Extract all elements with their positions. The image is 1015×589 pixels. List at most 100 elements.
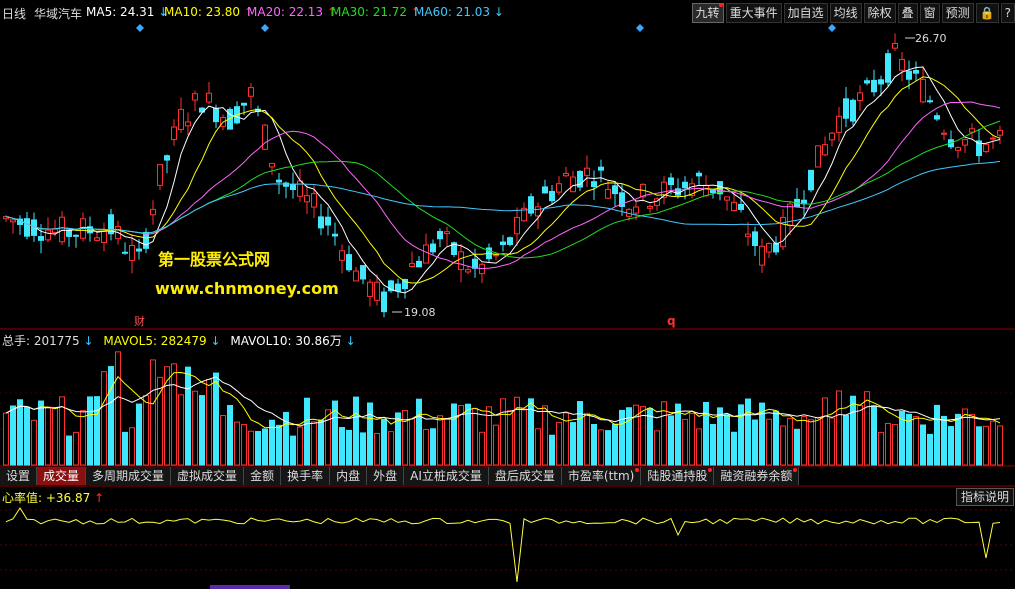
volume-bar (150, 359, 156, 466)
volume-bar (73, 431, 79, 466)
tab-volume[interactable]: 成交量 (37, 467, 87, 485)
volume-bar (612, 423, 618, 466)
volume-bar (136, 403, 142, 466)
indicator-help-button[interactable]: 指标说明 (955, 488, 1014, 506)
candle-body (248, 87, 254, 97)
candle-body (934, 115, 940, 120)
scroll-thumb[interactable] (210, 585, 290, 589)
volume-bar (339, 427, 345, 466)
candle-body (990, 137, 996, 140)
candle-body (339, 250, 345, 261)
volume-header: 总手: 201775 ↓ MAVOL5: 282479 ↓ MAVOL10: 3… (2, 332, 356, 349)
candle-body (192, 93, 198, 101)
kline-chart-area[interactable]: 26.70 19.08 财 q (0, 0, 1015, 589)
volume-bar (941, 415, 947, 466)
candle-body (668, 177, 674, 186)
volume-bar (402, 409, 408, 466)
volume-bar (745, 398, 751, 466)
volume-bar (780, 425, 786, 466)
candle-body (101, 231, 107, 244)
candle-body (353, 270, 359, 282)
candle-body (409, 263, 415, 268)
volume-bar (892, 424, 898, 466)
volume-bar (304, 397, 310, 466)
tab-outer-volume[interactable]: 外盘 (367, 467, 405, 485)
volume-bar (451, 403, 457, 466)
candle-body (591, 181, 597, 188)
volume-bar (101, 371, 107, 466)
candle-body (563, 173, 569, 177)
volume-bar (731, 431, 737, 466)
candle-body (374, 281, 380, 301)
tab-ai-pile-volume[interactable]: AI立桩成交量 (404, 467, 489, 485)
tab-turnover-rate[interactable]: 换手率 (281, 467, 331, 485)
volume-bar (493, 424, 499, 466)
volume-bar (801, 416, 807, 466)
volume-bar (276, 424, 282, 466)
event-diamond-icon[interactable] (136, 24, 144, 32)
event-diamond-icon[interactable] (828, 24, 836, 32)
event-diamond-icon[interactable] (636, 24, 644, 32)
volume-bar (129, 427, 135, 466)
volume-bar (311, 421, 317, 466)
volume-bar (626, 407, 632, 466)
financial-report-marker[interactable]: 财 (134, 314, 145, 328)
volume-bar (423, 428, 429, 466)
volume-bar (437, 415, 443, 466)
volume-bar (976, 426, 982, 466)
volume-bar (682, 418, 688, 466)
tab-northbound-holdings[interactable]: 陆股通持股 (641, 467, 715, 485)
mavol10-arrow-icon: ↓ (345, 334, 356, 348)
candle-body (808, 169, 814, 191)
candle-body (10, 219, 16, 223)
candle-body (465, 269, 471, 273)
watermark-url: www.chnmoney.com (155, 279, 339, 298)
volume-bar (178, 394, 184, 466)
volume-bar (724, 414, 730, 466)
candle-body (311, 193, 317, 208)
tab-amount[interactable]: 金额 (244, 467, 282, 485)
event-q-marker[interactable]: q (667, 314, 676, 328)
volume-bar (507, 410, 513, 466)
volume-bar (318, 419, 324, 466)
volume-bar (591, 424, 597, 466)
candle-body (780, 216, 786, 248)
candle-body (843, 98, 849, 119)
tab-inner-volume[interactable]: 内盘 (330, 467, 368, 485)
volume-bar (115, 351, 121, 466)
volume-bar (430, 428, 436, 466)
notice-dot-icon (708, 468, 713, 472)
tab-margin-balance[interactable]: 融资融券余额 (714, 467, 800, 485)
candle-body (304, 195, 310, 203)
tab-virtual-volume[interactable]: 虚拟成交量 (171, 467, 245, 485)
candle-body (885, 53, 891, 83)
volume-bar (290, 435, 296, 466)
volume-bar (360, 432, 366, 466)
volume-bar (241, 423, 247, 466)
volume-bar (570, 422, 576, 466)
high-price-label: 26.70 (915, 32, 947, 45)
volume-bar (549, 434, 555, 466)
tab-after-hours-volume[interactable]: 盘后成交量 (488, 467, 562, 485)
candle-body (983, 143, 989, 152)
tab-multi-period-volume[interactable]: 多周期成交量 (86, 467, 172, 485)
tab-pe-ttm[interactable]: 市盈率(ttm) (561, 467, 642, 485)
candle-body (213, 107, 219, 123)
volume-bar (38, 400, 44, 466)
tab-settings[interactable]: 设置 (0, 467, 38, 485)
candle-body (738, 203, 744, 210)
candle-body (332, 233, 338, 237)
volume-bar (878, 431, 884, 466)
candle-body (157, 164, 163, 186)
volume-bar (346, 429, 352, 466)
candle-body (262, 124, 268, 150)
volume-bar (556, 421, 562, 466)
candle-body (297, 180, 303, 197)
volume-bar (381, 418, 387, 466)
candle-body (542, 186, 548, 194)
candle-body (514, 216, 520, 235)
candle-body (318, 216, 324, 229)
volume-bar (822, 397, 828, 466)
notice-dot-icon (793, 468, 798, 472)
event-diamond-icon[interactable] (261, 24, 269, 32)
